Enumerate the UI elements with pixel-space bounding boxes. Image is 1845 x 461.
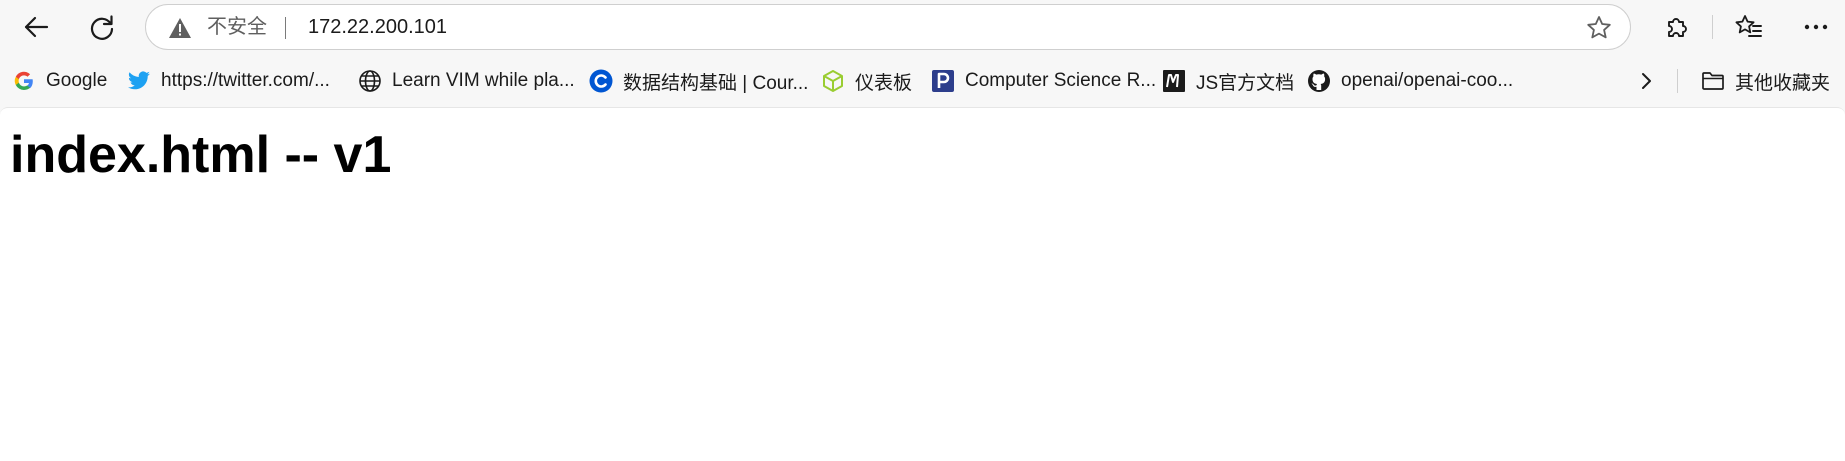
github-icon: [1307, 69, 1331, 93]
bookmark-twitter[interactable]: https://twitter.com/...: [127, 58, 330, 104]
other-bookmarks-folder[interactable]: 其他收藏夹: [1701, 58, 1830, 104]
page-content: index.html -- v1: [0, 107, 1845, 461]
bookmark-label: openai/openai-coo...: [1341, 70, 1514, 91]
address-separator: [285, 17, 286, 39]
browser-toolbar: 不安全 172.22.200.101: [0, 0, 1845, 54]
refresh-button[interactable]: [82, 7, 122, 47]
bookmark-label: https://twitter.com/...: [161, 70, 330, 91]
back-button[interactable]: [16, 7, 56, 47]
bookmark-label: Computer Science R...: [965, 70, 1157, 91]
extensions-button[interactable]: [1657, 7, 1697, 47]
bookmark-google[interactable]: Google: [12, 58, 107, 104]
bookmark-label: 其他收藏夹: [1735, 72, 1831, 94]
bookmark-dashboard[interactable]: 仪表板: [821, 58, 912, 104]
refresh-icon: [90, 15, 114, 40]
m-icon: [1162, 69, 1186, 93]
more-options-button[interactable]: [1796, 7, 1836, 47]
url-text[interactable]: 172.22.200.101: [308, 5, 447, 49]
arrow-left-icon: [24, 16, 49, 38]
address-bar[interactable]: 不安全 172.22.200.101: [145, 4, 1631, 50]
chevron-right-icon: [1642, 73, 1651, 89]
bookmark-label: Google: [46, 70, 108, 91]
folder-icon: [1701, 69, 1725, 93]
bookmark-openai-cookbook[interactable]: openai/openai-coo...: [1307, 58, 1513, 104]
more-bookmarks-button[interactable]: [1634, 58, 1658, 104]
p-icon: [931, 69, 955, 93]
google-icon: [12, 69, 36, 93]
bookmarks-divider: [1677, 69, 1678, 93]
puzzle-icon: [1668, 18, 1687, 37]
cube-icon: [821, 69, 845, 93]
coursera-icon: [589, 69, 613, 93]
bookmark-computer-science[interactable]: Computer Science R...: [931, 58, 1156, 104]
page-heading: index.html -- v1: [10, 126, 392, 184]
favorites-icon: [1735, 15, 1762, 37]
toolbar-divider: [1712, 15, 1713, 39]
bookmarks-bar: Google https://twitter.com/... Learn VIM…: [0, 58, 1845, 104]
security-label[interactable]: 不安全: [207, 5, 267, 49]
bookmark-label: JS官方文档: [1196, 72, 1295, 94]
bookmark-label: 仪表板: [855, 72, 913, 94]
star-icon[interactable]: [1586, 15, 1612, 41]
bookmark-label: Learn VIM while pla...: [392, 70, 575, 91]
ellipsis-icon: [1804, 24, 1828, 30]
globe-icon: [358, 69, 382, 93]
bookmark-coursera[interactable]: 数据结构基础 | Cour...: [589, 58, 808, 104]
warning-icon[interactable]: [168, 17, 192, 39]
favorites-button[interactable]: [1729, 7, 1769, 47]
bookmark-label: 数据结构基础 | Cour...: [623, 72, 809, 94]
twitter-icon: [127, 69, 151, 93]
bookmark-learn-vim[interactable]: Learn VIM while pla...: [358, 58, 575, 104]
bookmark-js-docs[interactable]: JS官方文档: [1162, 58, 1294, 104]
